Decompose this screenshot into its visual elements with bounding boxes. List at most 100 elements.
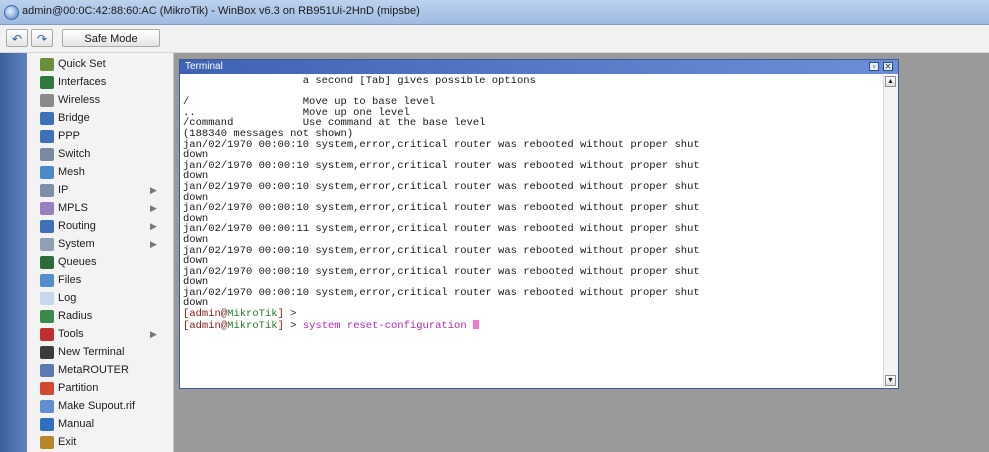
sidebar-item-label: PPP (58, 130, 81, 142)
sidebar-item-partition[interactable]: Partition (27, 379, 173, 398)
sidebar-item-label: Queues (58, 256, 97, 268)
terminal-titlebar[interactable]: Terminal ▫ ✕ (180, 60, 898, 74)
terminal-icon (40, 346, 54, 359)
terminal-line: jan/02/1970 00:00:10 system,error,critic… (183, 159, 700, 172)
sidebar-item-ppp[interactable]: PPP (27, 127, 173, 146)
submenu-arrow-icon: ▶ (150, 185, 157, 195)
safe-mode-button[interactable]: Safe Mode (62, 29, 160, 47)
partition-icon (40, 382, 54, 395)
prompt-user: admin (189, 319, 221, 332)
submenu-arrow-icon: ▶ (150, 221, 157, 231)
system-icon (40, 238, 54, 251)
sidebar-item-label: Switch (58, 148, 91, 160)
sidebar-item-files[interactable]: Files (27, 271, 173, 290)
sidebar-item-label: Log (58, 292, 77, 304)
terminal-command-line[interactable]: [admin@MikroTik] > system reset-configur… (183, 319, 879, 332)
submenu-arrow-icon: ▶ (150, 329, 157, 339)
prompt-user: admin (189, 308, 221, 321)
terminal-line: jan/02/1970 00:00:10 system,error,critic… (183, 286, 700, 299)
sidebar-item-label: MPLS (58, 202, 88, 214)
redo-button[interactable]: ↷ (31, 29, 53, 47)
exit-icon (40, 436, 54, 449)
mesh-icon (40, 166, 54, 179)
sidebar-item-metarouter[interactable]: MetaROUTER (27, 361, 173, 380)
radius-icon (40, 310, 54, 323)
sidebar-item-routing[interactable]: Routing ▶ (27, 217, 173, 236)
supout-icon (40, 400, 54, 413)
sidebar-item-label: MetaROUTER (58, 364, 129, 376)
sidebar-item-system[interactable]: System ▶ (27, 235, 173, 254)
quickset-icon (40, 58, 54, 71)
metarouter-icon (40, 364, 54, 377)
sidebar-item-ip[interactable]: IP ▶ (27, 181, 173, 200)
mpls-icon (40, 202, 54, 215)
sidebar-item-label: Make Supout.rif (58, 400, 136, 412)
sidebar-item-interfaces[interactable]: Interfaces (27, 73, 173, 92)
sidebar-item-label: Interfaces (58, 76, 107, 88)
sidebar-item-label: Mesh (58, 166, 85, 178)
undo-button[interactable]: ↶ (6, 29, 28, 47)
sidebar-item-quick-set[interactable]: Quick Set (27, 55, 173, 74)
terminal-line: a second [Tab] gives possible options (183, 76, 536, 87)
sidebar-item-log[interactable]: Log (27, 289, 173, 308)
sidebar-item-label: IP (58, 184, 69, 196)
scroll-up-icon[interactable]: ▲ (885, 76, 896, 87)
winbox-app-icon (4, 5, 19, 20)
close-icon[interactable]: ✕ (883, 62, 893, 71)
sidebar-item-switch[interactable]: Switch (27, 145, 173, 164)
sidebar-item-label: Tools (58, 328, 84, 340)
terminal-line: jan/02/1970 00:00:10 system,error,critic… (183, 202, 700, 215)
files-icon (40, 274, 54, 287)
terminal-scrollbar[interactable]: ▲ ▼ (883, 75, 898, 387)
sidebar-item-mpls[interactable]: MPLS ▶ (27, 199, 173, 218)
prompt-symbol: > (283, 319, 297, 332)
submenu-arrow-icon: ▶ (150, 203, 157, 213)
terminal-title: Terminal (185, 61, 223, 72)
restore-icon[interactable]: ▫ (869, 62, 879, 71)
sidebar-item-exit[interactable]: Exit (27, 433, 173, 452)
window-titlebar[interactable]: admin@00:0C:42:88:60:AC (MikroTik) - Win… (0, 0, 989, 25)
bridge-icon (40, 112, 54, 125)
sidebar-item-label: Exit (58, 436, 77, 448)
sidebar-item-label: Partition (58, 382, 99, 394)
sidebar-item-wireless[interactable]: Wireless (27, 91, 173, 110)
ip-icon (40, 184, 54, 197)
terminal-prompt-line: [admin@MikroTik] > (183, 309, 879, 320)
routing-icon (40, 220, 54, 233)
workspace: Terminal ▫ ✕ a second [Tab] gives possib… (174, 53, 989, 452)
terminal-cursor (472, 319, 479, 329)
toolbar: ↶ ↷ Safe Mode (0, 25, 989, 53)
switch-icon (40, 148, 54, 161)
sidebar-item-label: Radius (58, 310, 93, 322)
sidebar-item-queues[interactable]: Queues (27, 253, 173, 272)
sidebar-item-label: System (58, 238, 95, 250)
sidebar-item-new-terminal[interactable]: New Terminal (27, 343, 173, 362)
terminal-line: jan/02/1970 00:00:10 system,error,critic… (183, 265, 700, 278)
terminal-line: jan/02/1970 00:00:10 system,error,critic… (183, 244, 700, 257)
sidebar-item-make-supout-rif[interactable]: Make Supout.rif (27, 397, 173, 416)
tools-icon (40, 328, 54, 341)
winbox-side-strip (0, 53, 27, 452)
terminal-line: jan/02/1970 00:00:11 system,error,critic… (183, 223, 700, 236)
sidebar-item-label: Bridge (58, 112, 90, 124)
scroll-down-icon[interactable]: ▼ (885, 375, 896, 386)
queues-icon (40, 256, 54, 269)
terminal-output[interactable]: a second [Tab] gives possible options / M… (183, 76, 879, 386)
sidebar-item-manual[interactable]: Manual (27, 415, 173, 434)
sidebar-item-label: Quick Set (58, 58, 106, 70)
terminal-command-text: system reset-configuration (302, 319, 467, 332)
window-title: admin@00:0C:42:88:60:AC (MikroTik) - Win… (22, 5, 420, 17)
sidebar-item-tools[interactable]: Tools ▶ (27, 325, 173, 344)
sidebar-item-bridge[interactable]: Bridge (27, 109, 173, 128)
sidebar-item-label: New Terminal (58, 346, 125, 358)
sidebar-item-label: Wireless (58, 94, 101, 106)
terminal-window[interactable]: Terminal ▫ ✕ a second [Tab] gives possib… (179, 59, 899, 389)
sidebar-item-label: Manual (58, 418, 95, 430)
sidebar-item-label: Routing (58, 220, 96, 232)
ppp-icon (40, 130, 54, 143)
sidebar-item-mesh[interactable]: Mesh (27, 163, 173, 182)
sidebar-item-radius[interactable]: Radius (27, 307, 173, 326)
terminal-line: jan/02/1970 00:00:10 system,error,critic… (183, 138, 700, 151)
log-icon (40, 292, 54, 305)
sidebar-menu: Quick Set Interfaces Wireless Bridge PPP Swit… (27, 53, 174, 452)
